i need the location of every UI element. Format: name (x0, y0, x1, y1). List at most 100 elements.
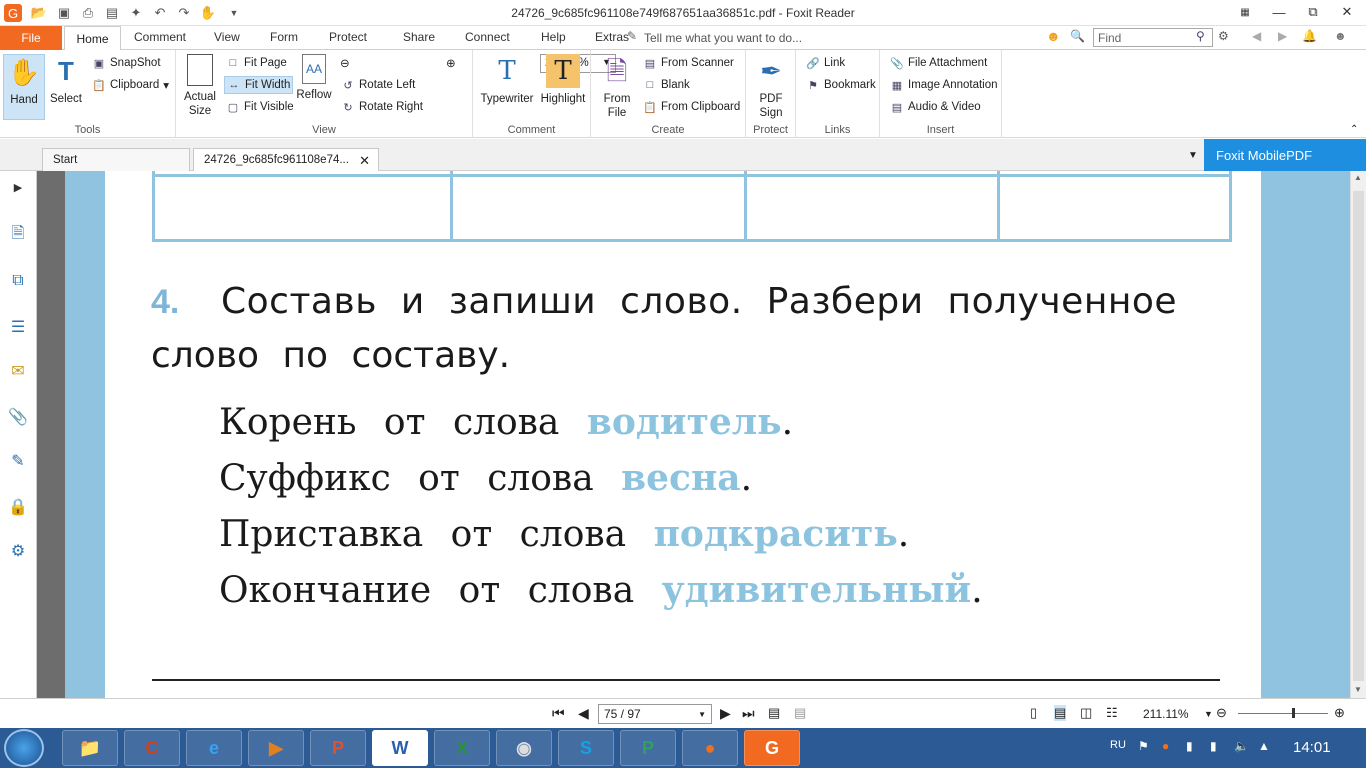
tab-home[interactable]: Home (64, 26, 121, 51)
facing-page-icon[interactable]: ◫ (1080, 705, 1092, 721)
clipboard-button[interactable]: 📋 Clipboard ▾ (92, 78, 169, 92)
scroll-thumb[interactable] (1353, 191, 1364, 681)
foxit-taskbar-icon[interactable]: G (744, 730, 800, 766)
previous-view-icon[interactable]: ▤ (768, 705, 780, 721)
continuous-facing-icon[interactable]: ☷ (1106, 705, 1118, 721)
signal-icon[interactable]: ▲ (1258, 739, 1270, 753)
network-device-icon[interactable]: ▮ (1186, 739, 1193, 753)
file-attachment-button[interactable]: 📎 File Attachment (890, 56, 987, 70)
previous-page-icon[interactable]: ◀ (578, 705, 589, 722)
page-number-input[interactable]: 75 / 97 ▼ (598, 704, 712, 724)
zoom-dropdown-icon[interactable]: ▼ (1204, 709, 1213, 719)
explorer-taskbar-icon[interactable]: 📁 (62, 730, 118, 766)
media-player-taskbar-icon[interactable]: ▶ (248, 730, 304, 766)
word-taskbar-icon[interactable]: W (372, 730, 428, 766)
volume-icon[interactable]: 🔈 (1234, 739, 1249, 753)
find-input[interactable]: Find (1093, 28, 1213, 47)
first-page-icon[interactable]: ⏮ (552, 705, 565, 722)
from-clipboard-button[interactable]: 📋 From Clipboard (643, 100, 740, 114)
rotate-left-button[interactable]: ↺ Rotate Left (341, 78, 415, 92)
gear-icon[interactable]: ⚙ (1218, 29, 1229, 43)
typewriter-button[interactable]: T Typewriter (479, 54, 535, 106)
tab-connect[interactable]: Connect (465, 30, 510, 44)
fit-page-button[interactable]: □ Fit Page (226, 56, 287, 70)
rotate-right-button[interactable]: ↻ Rotate Right (341, 100, 423, 114)
find-folder-icon[interactable]: 🔍 (1070, 29, 1085, 43)
scroll-up-icon[interactable]: ▲ (1354, 173, 1362, 182)
tab-protect[interactable]: Protect (329, 30, 367, 44)
accessibility-icon[interactable]: ⚙ (8, 541, 28, 561)
restore-button[interactable]: ⧉ (1296, 2, 1330, 22)
tab-list-dropdown-icon[interactable]: ▼ (1188, 150, 1198, 161)
tab-view[interactable]: View (214, 30, 240, 44)
snapshot-button[interactable]: ▣ SnapShot (92, 56, 161, 70)
smile-icon[interactable]: ☻ (1046, 28, 1061, 44)
security-lock-icon[interactable]: 🔒 (8, 497, 28, 517)
bell-icon[interactable]: 🔔 (1302, 29, 1317, 43)
tab-current-document[interactable]: 24726_9c685fc961108e74... ✕ (193, 148, 379, 171)
language-indicator[interactable]: RU (1110, 739, 1126, 751)
avast-icon[interactable]: ● (1162, 739, 1169, 753)
tab-form[interactable]: Form (270, 30, 298, 44)
image-annotation-button[interactable]: ▦ Image Annotation (890, 78, 998, 92)
fit-width-button[interactable]: ↔ Fit Width (224, 76, 294, 94)
highlight-button[interactable]: T Highlight (539, 54, 587, 106)
layers-panel-icon[interactable]: ☰ (8, 317, 28, 337)
internet-explorer-taskbar-icon[interactable]: e (186, 730, 242, 766)
publisher-taskbar-icon[interactable]: P (620, 730, 676, 766)
pages-panel-icon[interactable]: ⧉ (8, 271, 28, 291)
tab-help[interactable]: Help (541, 30, 566, 44)
continuous-page-icon[interactable]: ▤ (1054, 705, 1067, 721)
zoom-out-icon[interactable]: ⊖ (340, 56, 350, 70)
search-icon[interactable]: ⚲ (1196, 29, 1205, 43)
signatures-panel-icon[interactable]: ✎ (8, 451, 28, 471)
select-button[interactable]: T Select (48, 54, 84, 106)
excel-taskbar-icon[interactable]: X (434, 730, 490, 766)
next-view-icon[interactable]: ▤ (794, 705, 806, 721)
tab-extras[interactable]: Extras (595, 30, 629, 44)
firefox-taskbar-icon[interactable]: ● (682, 730, 738, 766)
forward-icon[interactable]: ▶ (1278, 29, 1287, 43)
skype-taskbar-icon[interactable]: S (558, 730, 614, 766)
tab-share[interactable]: Share (403, 30, 435, 44)
audio-video-button[interactable]: ▤ Audio & Video (890, 100, 981, 114)
next-page-icon[interactable]: ▶ (720, 705, 731, 722)
pdf-sign-button[interactable]: ✒ PDF Sign (751, 54, 791, 120)
document-viewport[interactable]: 4. Составь и запиши слово. Разбери получ… (37, 171, 1350, 698)
single-page-icon[interactable]: ▯ (1030, 705, 1037, 721)
user-icon[interactable]: ☻ (1334, 29, 1347, 43)
zoom-out-button[interactable]: ⊖ (1216, 705, 1227, 721)
powerpoint-taskbar-icon[interactable]: P (310, 730, 366, 766)
attachments-panel-icon[interactable]: 📎 (8, 407, 28, 427)
bookmark-panel-icon[interactable]: 🗎 (8, 225, 28, 245)
file-tab[interactable]: File (0, 26, 62, 50)
zoom-level[interactable]: 211.11% (1143, 707, 1189, 721)
clock[interactable]: 14:01 (1293, 739, 1331, 756)
blank-button[interactable]: □ Blank (643, 78, 690, 92)
tab-comment[interactable]: Comment (134, 30, 186, 44)
action-center-flag-icon[interactable]: ⚑ (1138, 739, 1149, 753)
collapse-ribbon-icon[interactable]: ⌃ (1350, 124, 1358, 135)
tell-me-input[interactable]: Tell me what you want to do... (644, 31, 802, 45)
link-button[interactable]: 🔗 Link (806, 56, 845, 70)
vertical-scrollbar[interactable]: ▲ ▼ (1350, 171, 1366, 698)
foxit-mobilepdf-banner[interactable]: Foxit MobilePDF (1204, 139, 1366, 171)
from-scanner-button[interactable]: ▤ From Scanner (643, 56, 734, 70)
start-button[interactable] (4, 729, 44, 767)
actual-size-button[interactable]: Actual Size (182, 54, 218, 118)
ribbon-display-icon[interactable]: ▦ (1228, 2, 1262, 22)
battery-icon[interactable]: ▮ (1210, 739, 1217, 753)
scroll-down-icon[interactable]: ▼ (1354, 685, 1362, 694)
from-file-button[interactable]: 🗎 From File (597, 54, 637, 120)
zoom-in-icon[interactable]: ⊕ (446, 56, 456, 70)
bookmark-button[interactable]: ⚑ Bookmark (806, 78, 876, 92)
last-page-icon[interactable]: ⏭ (742, 705, 755, 722)
comments-panel-icon[interactable]: ✉ (8, 361, 28, 381)
expand-panel-icon[interactable]: ▶ (8, 177, 28, 197)
close-tab-icon[interactable]: ✕ (359, 153, 370, 169)
zoom-in-button[interactable]: ⊕ (1334, 705, 1345, 721)
close-button[interactable]: ✕ (1330, 2, 1364, 22)
zoom-slider-handle[interactable] (1292, 708, 1295, 718)
fit-visible-button[interactable]: ▢ Fit Visible (226, 100, 294, 114)
tab-start[interactable]: Start (42, 148, 190, 171)
